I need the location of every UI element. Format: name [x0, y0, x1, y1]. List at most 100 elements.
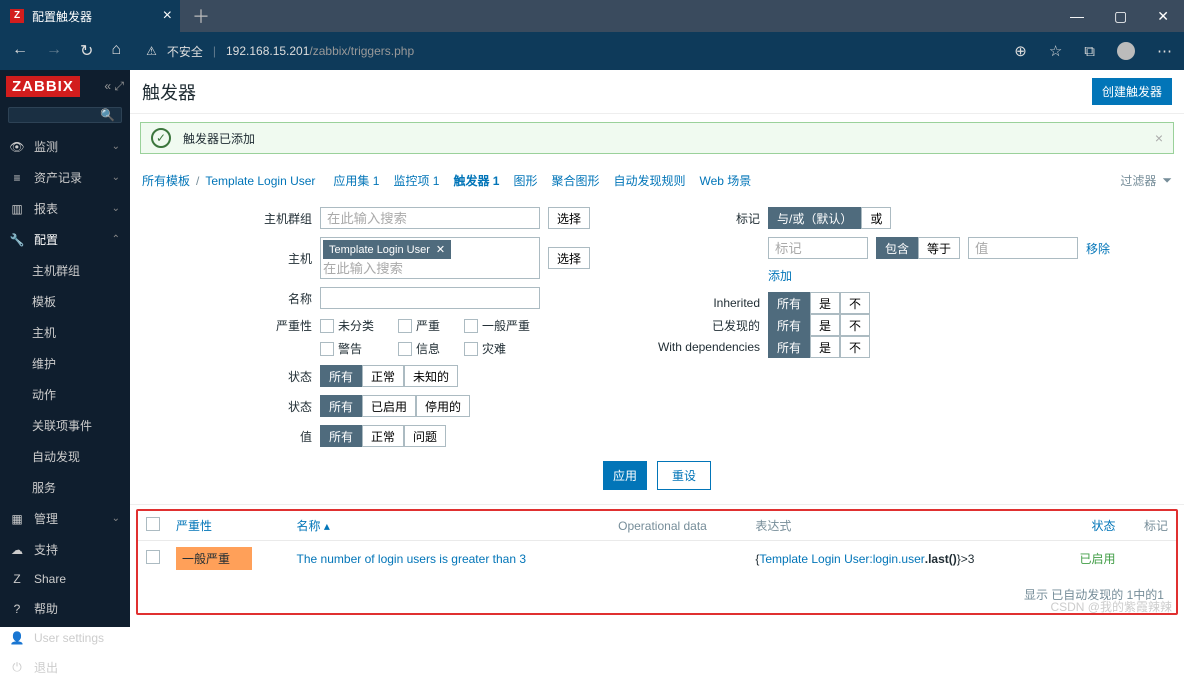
tagmatch-包含[interactable]: 包含	[876, 237, 918, 259]
crumb-应用集[interactable]: 应用集 1	[333, 172, 379, 189]
value-正常[interactable]: 正常	[362, 425, 404, 447]
nav-支持[interactable]: ☁支持	[0, 534, 130, 565]
value-所有[interactable]: 所有	[320, 425, 362, 447]
kv-With dependencies-所有[interactable]: 所有	[768, 336, 810, 358]
home-icon[interactable]: ⌂	[111, 41, 121, 61]
nav-sub-主机群组[interactable]: 主机群组	[0, 255, 130, 286]
sev-一般严重[interactable]: 一般严重	[464, 317, 530, 334]
url-text[interactable]: 192.168.15.201/zabbix/triggers.php	[226, 44, 414, 58]
row-name[interactable]: The number of login users is greater tha…	[297, 552, 526, 566]
reset-button[interactable]: 重设	[657, 461, 711, 490]
kv-Inherited-不[interactable]: 不	[840, 292, 870, 314]
crumb-all-templates[interactable]: 所有模板	[142, 172, 190, 189]
crumb-聚合图形[interactable]: 聚合图形	[551, 172, 599, 189]
state-未知的[interactable]: 未知的	[404, 365, 458, 387]
sev-严重[interactable]: 严重	[398, 317, 440, 334]
new-tab-button[interactable]: ＋	[192, 3, 210, 29]
filter-icon[interactable]: ⏷	[1162, 173, 1172, 188]
back-icon[interactable]: ←	[12, 41, 28, 61]
select-all-checkbox[interactable]	[146, 517, 160, 531]
row-checkbox[interactable]	[146, 550, 160, 564]
menu-icon[interactable]: ⋯	[1157, 42, 1172, 60]
status-停用的[interactable]: 停用的	[416, 395, 470, 417]
collections-icon[interactable]: ⧉	[1084, 43, 1095, 60]
nav-sub-模板[interactable]: 模板	[0, 286, 130, 317]
row-status[interactable]: 已启用	[1080, 552, 1116, 566]
value-问题[interactable]: 问题	[404, 425, 446, 447]
forward-icon[interactable]: →	[46, 41, 62, 61]
status-所有[interactable]: 所有	[320, 395, 362, 417]
sev-未分类[interactable]: 未分类	[320, 317, 374, 334]
alert-close[interactable]: ×	[1155, 130, 1163, 146]
hostgroup-label: 主机群组	[252, 210, 312, 227]
col-name[interactable]: 名称 ▴	[297, 519, 330, 533]
kv-已发现的-不[interactable]: 不	[840, 314, 870, 336]
nav-sub-关联项事件[interactable]: 关联项事件	[0, 410, 130, 441]
kv-已发现的-是[interactable]: 是	[810, 314, 840, 336]
crumb-Web 场景[interactable]: Web 场景	[700, 172, 752, 189]
crumb-template[interactable]: Template Login User	[205, 174, 315, 188]
host-select-button[interactable]: 选择	[548, 247, 590, 269]
kv-With dependencies-不[interactable]: 不	[840, 336, 870, 358]
create-trigger-button[interactable]: 创建触发器	[1092, 78, 1172, 105]
tag-val-input[interactable]	[968, 237, 1078, 259]
kv-Inherited-是[interactable]: 是	[810, 292, 840, 314]
state-正常[interactable]: 正常	[362, 365, 404, 387]
min-icon[interactable]: —	[1070, 8, 1084, 25]
nav-资产记录[interactable]: ≡资产记录⌄	[0, 162, 130, 193]
favorite-icon[interactable]: ☆	[1049, 42, 1062, 60]
tag-remove-link[interactable]: 移除	[1086, 240, 1110, 257]
status-已启用[interactable]: 已启用	[362, 395, 416, 417]
host-tag[interactable]: Template Login User✕	[323, 240, 451, 259]
nav-sub-动作[interactable]: 动作	[0, 379, 130, 410]
nav-退出[interactable]: ⏻退出	[0, 652, 130, 683]
browser-tab-bar: Z 配置触发器 ＋ — ▢ ✕	[0, 0, 1184, 32]
sev-警告[interactable]: 警告	[320, 340, 374, 357]
browser-tab[interactable]: Z 配置触发器	[0, 0, 180, 32]
nav-sub-维护[interactable]: 维护	[0, 348, 130, 379]
nav-配置[interactable]: 🔧配置⌃	[0, 224, 130, 255]
host-input[interactable]	[323, 261, 537, 276]
col-severity[interactable]: 严重性	[176, 519, 212, 533]
tagmatch-等于[interactable]: 等于	[918, 237, 960, 259]
refresh-icon[interactable]: ↻	[80, 41, 93, 61]
nav-sub-服务[interactable]: 服务	[0, 472, 130, 503]
nav-sub-主机[interactable]: 主机	[0, 317, 130, 348]
tracking-icon[interactable]: ⊕	[1014, 42, 1027, 60]
collapse-button[interactable]: « ⤢	[104, 79, 124, 94]
tagmode-或[interactable]: 或	[861, 207, 891, 229]
avatar-icon[interactable]	[1117, 42, 1135, 60]
nav-帮助[interactable]: ?帮助	[0, 593, 130, 624]
hostgroup-select-button[interactable]: 选择	[548, 207, 590, 229]
apply-button[interactable]: 应用	[603, 461, 647, 490]
sev-信息[interactable]: 信息	[398, 340, 440, 357]
nav-管理[interactable]: ▦管理⌄	[0, 503, 130, 534]
remove-tag-icon[interactable]: ✕	[436, 243, 445, 256]
crumb-触发器[interactable]: 触发器 1	[453, 172, 499, 189]
close-icon[interactable]: ✕	[1157, 8, 1169, 25]
state-所有[interactable]: 所有	[320, 365, 362, 387]
tagmode-与/或（默认）[interactable]: 与/或（默认）	[768, 207, 861, 229]
alert-text: 触发器已添加	[183, 130, 255, 147]
col-status[interactable]: 状态	[1092, 519, 1116, 533]
name-input[interactable]	[320, 287, 540, 309]
tag-key-input[interactable]	[768, 237, 868, 259]
nav-Share[interactable]: ZShare	[0, 565, 130, 593]
crumb-自动发现规则[interactable]: 自动发现规则	[614, 172, 686, 189]
crumb-图形[interactable]: 图形	[513, 172, 537, 189]
tag-add-link[interactable]: 添加	[768, 267, 792, 284]
kv-Inherited-所有[interactable]: 所有	[768, 292, 810, 314]
kv-已发现的-所有[interactable]: 所有	[768, 314, 810, 336]
crumb-监控项[interactable]: 监控项 1	[393, 172, 439, 189]
hostgroup-input[interactable]	[320, 207, 540, 229]
sidebar-search[interactable]: 🔍	[8, 107, 122, 123]
filter-toggle-label[interactable]: 过滤器	[1120, 172, 1156, 189]
kv-With dependencies-是[interactable]: 是	[810, 336, 840, 358]
max-icon[interactable]: ▢	[1114, 8, 1127, 25]
sev-灾难[interactable]: 灾难	[464, 340, 530, 357]
nav-报表[interactable]: ▥报表⌄	[0, 193, 130, 224]
nav-监测[interactable]: 👁监测⌄	[0, 131, 130, 162]
insecure-label: 不安全	[167, 43, 203, 60]
nav-User settings[interactable]: 👤User settings	[0, 624, 130, 652]
nav-sub-自动发现[interactable]: 自动发现	[0, 441, 130, 472]
